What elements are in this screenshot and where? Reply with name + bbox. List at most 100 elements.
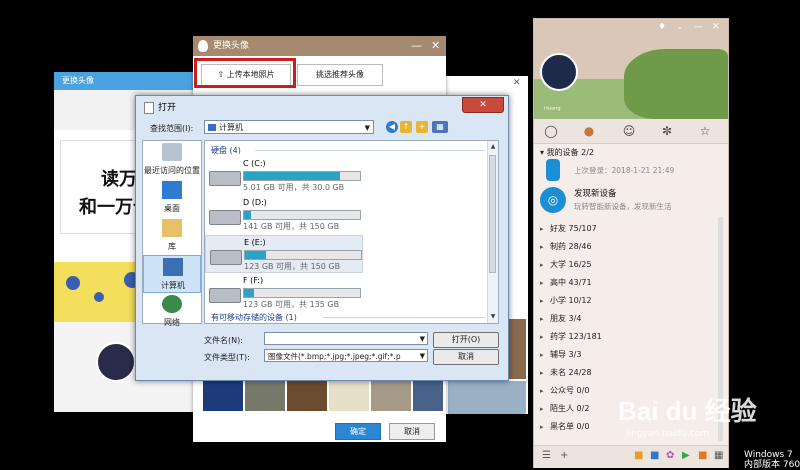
- ok-button[interactable]: 确定: [335, 423, 381, 440]
- filetype-label: 文件类型(T):: [204, 353, 250, 362]
- file-list: 硬盘 (4) C (C:) 5.01 GB 可用，共 30.0 GB D (D:…: [204, 140, 499, 324]
- chevron-down-icon[interactable]: ▼: [419, 333, 425, 344]
- close-icon[interactable]: ✕: [712, 22, 720, 32]
- drive-info: 123 GB 可用，共 135 GB: [243, 300, 340, 309]
- place-label: 网络: [164, 318, 180, 327]
- add-icon[interactable]: +: [560, 450, 568, 461]
- filename-input[interactable]: ▼: [264, 332, 428, 345]
- windows-version-text: Windows 7 内部版本 7601: [744, 450, 800, 470]
- view-menu-icon[interactable]: ▦: [432, 121, 448, 133]
- drive-e[interactable]: E (E:) 123 GB 可用，共 150 GB: [205, 235, 363, 273]
- contact-group[interactable]: ▸ 朋友 3/4: [540, 311, 720, 327]
- chevron-right-icon: ▸: [540, 351, 544, 359]
- group-label: 未名 24/28: [550, 368, 592, 377]
- hard-drive-icon: [209, 171, 241, 186]
- cancel-button[interactable]: 取消: [389, 423, 435, 440]
- change-avatar-titlebar: 更换头像 — ✕: [193, 36, 446, 56]
- photo-thumbnail[interactable]: [448, 381, 526, 414]
- place-computer[interactable]: 计算机: [143, 255, 201, 293]
- contact-group[interactable]: ▸ 未名 24/28: [540, 365, 720, 381]
- drive-info: 5.01 GB 可用，共 30.0 GB: [243, 183, 345, 192]
- group-label: 朋友 3/4: [550, 314, 582, 323]
- open-file-dialog: 打开 ✕ 查找范围(I): 计算机 ▼ ◀ ↑ + ▦ 最近访问的位置 桌面 库…: [135, 95, 509, 381]
- drive-c[interactable]: C (C:) 5.01 GB 可用，共 30.0 GB: [205, 157, 363, 195]
- group-label: 小学 10/12: [550, 296, 592, 305]
- minimize-icon[interactable]: —: [694, 22, 703, 32]
- contacts-icon[interactable]: ●: [580, 122, 598, 140]
- scroll-thumb[interactable]: [489, 155, 496, 273]
- nickname: ᴴᵘᵃⁿᵍ: [544, 105, 561, 114]
- recommend-avatar-button[interactable]: 挑选推荐头像: [297, 64, 383, 86]
- contact-group[interactable]: ▸ 小学 10/12: [540, 293, 720, 309]
- app-icon[interactable]: ✿: [666, 450, 674, 461]
- app-icon[interactable]: ■: [698, 450, 707, 461]
- minimize-icon[interactable]: —: [411, 36, 422, 56]
- vertical-scrollbar[interactable]: ▲ ▼: [487, 141, 498, 323]
- recent-places-icon: [162, 143, 182, 161]
- look-in-dropdown[interactable]: 计算机 ▼: [204, 120, 374, 134]
- hard-drive-icon: [210, 250, 242, 265]
- watermark-url: jingyan.baidu.com: [626, 429, 710, 439]
- play-icon[interactable]: ▶: [682, 450, 690, 461]
- place-label: 桌面: [164, 204, 180, 213]
- group-hard-disks[interactable]: 硬盘 (4): [211, 145, 241, 156]
- computer-icon: [163, 258, 183, 276]
- avatar[interactable]: [540, 53, 578, 91]
- message-icon[interactable]: ◯: [542, 122, 560, 140]
- device-subtitle: 玩转智能新设备，发现新生活: [574, 202, 672, 211]
- close-icon[interactable]: ✕: [513, 78, 521, 88]
- device-title: 发现新设备: [574, 189, 617, 199]
- filetype-select[interactable]: 图像文件(*.bmp;*.jpg;*.jpeg;*.gif;*.p ▼: [264, 349, 428, 362]
- drive-f[interactable]: F (F:) 123 GB 可用，共 135 GB: [205, 274, 363, 312]
- place-library[interactable]: 库: [143, 217, 201, 255]
- menu-icon[interactable]: ☰: [542, 450, 551, 461]
- star-icon[interactable]: ☆: [696, 122, 714, 140]
- chevron-right-icon: ▸: [540, 333, 544, 341]
- scroll-up-icon[interactable]: ▲: [489, 143, 497, 150]
- new-folder-icon[interactable]: +: [416, 121, 428, 133]
- skin-icon[interactable]: ♦: [658, 22, 666, 32]
- contact-group[interactable]: ▸ 大学 16/25: [540, 257, 720, 273]
- place-network[interactable]: 网络: [143, 293, 201, 331]
- change-avatar-title: 更换头像: [213, 41, 250, 51]
- place-desktop[interactable]: 桌面: [143, 179, 201, 217]
- highlight-box: [194, 58, 296, 88]
- group-label: 高中 43/71: [550, 278, 592, 287]
- space-icon[interactable]: ✼: [658, 122, 676, 140]
- filename-label: 文件名(N):: [204, 336, 243, 345]
- contact-group[interactable]: ▸ 高中 43/71: [540, 275, 720, 291]
- drive-usage-bar: [243, 171, 361, 181]
- qq-tabs: ◯ ● ☺ ✼ ☆: [534, 119, 728, 144]
- avatar: [96, 342, 136, 382]
- desktop-icon: [162, 181, 182, 199]
- contact-group[interactable]: ▸ 好友 75/107: [540, 221, 720, 237]
- device-row[interactable]: ◎ 发现新设备 玩转智能新设备，发现新生活: [534, 185, 728, 215]
- app-icon[interactable]: ■: [650, 450, 659, 461]
- group-removable[interactable]: 有可移动存储的设备 (1): [211, 312, 297, 323]
- contact-group[interactable]: ▸ 辅导 3/3: [540, 347, 720, 363]
- place-recent[interactable]: 最近访问的位置: [143, 141, 201, 179]
- group-icon[interactable]: ☺: [620, 122, 638, 140]
- banner-text-1: 读万: [101, 169, 137, 190]
- close-icon[interactable]: ✕: [431, 36, 440, 56]
- cancel-button[interactable]: 取消: [433, 349, 499, 365]
- scroll-down-icon[interactable]: ▼: [489, 313, 497, 320]
- device-row[interactable]: 上次登录：2018-1-21 21:49: [534, 155, 728, 185]
- back-icon[interactable]: ◀: [386, 121, 398, 133]
- chevron-right-icon: ▸: [540, 423, 544, 431]
- grid-icon[interactable]: ▦: [714, 450, 723, 461]
- hard-drive-icon: [209, 210, 241, 225]
- qq-logo-icon: [198, 40, 208, 52]
- library-icon: [162, 219, 182, 237]
- drive-d[interactable]: D (D:) 141 GB 可用，共 150 GB: [205, 196, 363, 234]
- close-button[interactable]: ✕: [462, 97, 504, 113]
- contact-group[interactable]: ▸ 药学 123/181: [540, 329, 720, 345]
- up-folder-icon[interactable]: ↑: [400, 121, 412, 133]
- contact-group[interactable]: ▸ 制药 28/46: [540, 239, 720, 255]
- places-bar: 最近访问的位置 桌面 库 计算机 网络: [142, 140, 202, 327]
- open-button[interactable]: 打开(O): [433, 332, 499, 348]
- divider: [323, 317, 485, 318]
- chevron-down-icon[interactable]: ▼: [419, 350, 425, 361]
- app-icon[interactable]: ■: [634, 450, 643, 461]
- chevron-down-icon[interactable]: ⌄: [676, 22, 684, 32]
